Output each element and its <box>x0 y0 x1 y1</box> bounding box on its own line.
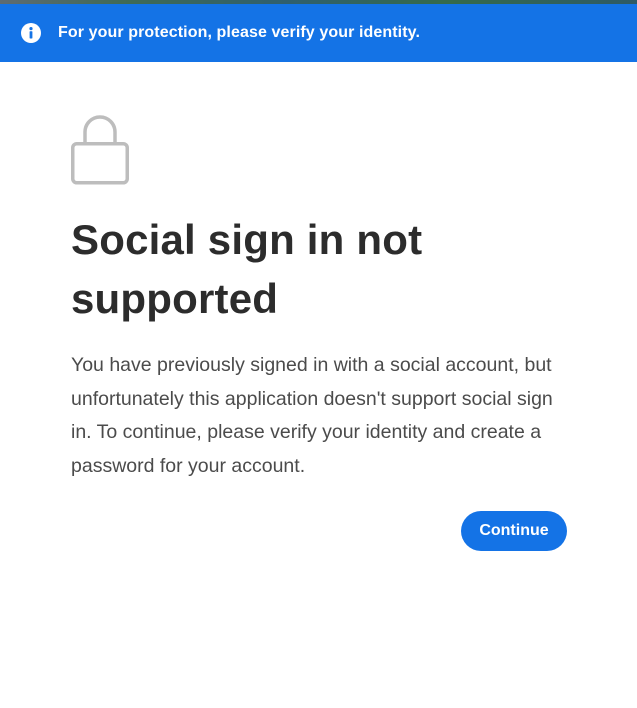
info-icon <box>21 23 41 43</box>
notification-banner: For your protection, please verify your … <box>0 4 637 62</box>
page-title: Social sign in not supported <box>71 216 423 322</box>
banner-message: For your protection, please verify your … <box>58 24 421 41</box>
description-text: You have previously signed in with a soc… <box>71 354 553 477</box>
continue-button[interactable]: Continue <box>461 511 567 551</box>
page: For your protection, please verify your … <box>0 0 637 708</box>
lock-icon <box>71 115 129 185</box>
main-content: Social sign in not supported You have pr… <box>71 112 571 483</box>
